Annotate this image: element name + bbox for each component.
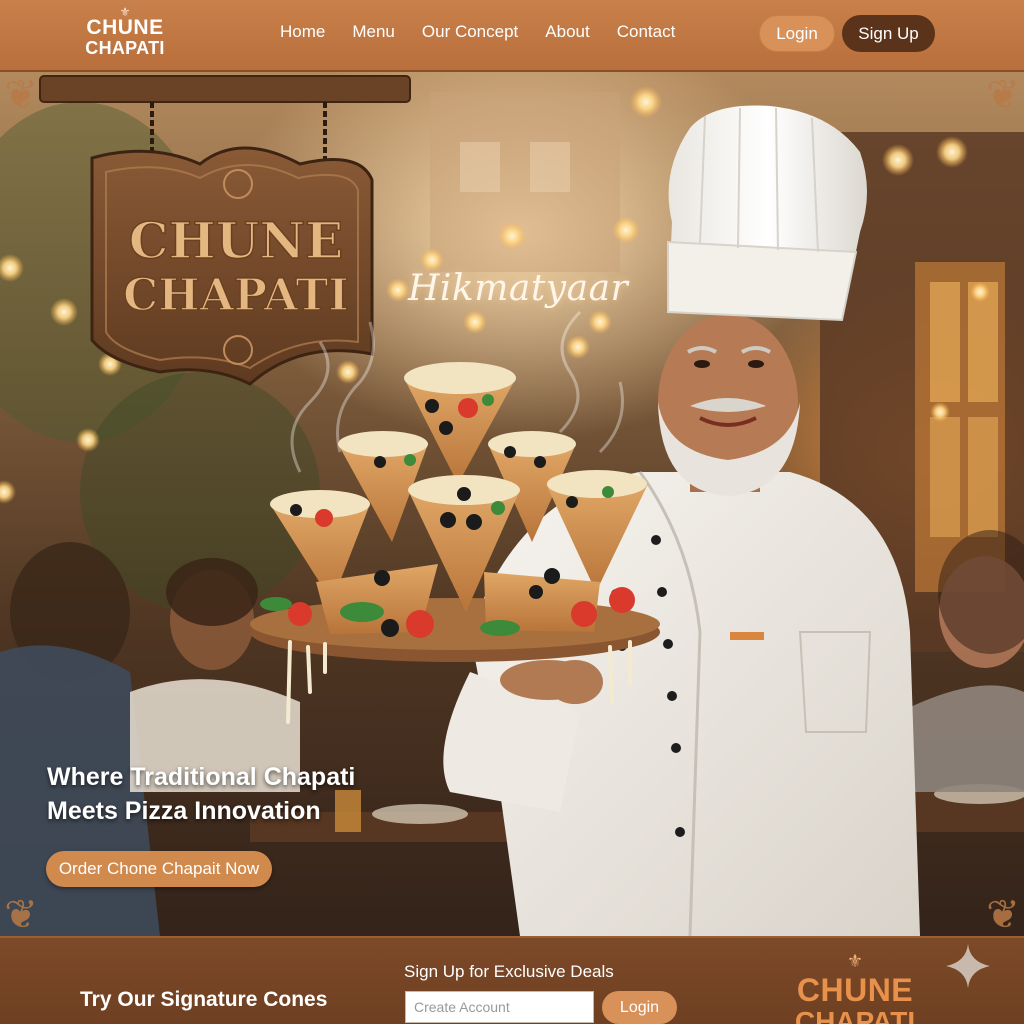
- brand-logo[interactable]: ⚜ CHUNE CHAPATI: [82, 6, 168, 66]
- promo-footer: Try Our Signature Cones Sign Up for Excl…: [0, 936, 1024, 1024]
- nav-contact[interactable]: Contact: [617, 22, 676, 42]
- nav-menu[interactable]: Menu: [352, 22, 395, 42]
- main-nav: Home Menu Our Concept About Contact: [280, 22, 702, 42]
- hero-tagline-line2: Meets Pizza Innovation: [47, 797, 321, 825]
- footer-brand-logo[interactable]: ⚜ CHUNE CHAPATI: [790, 952, 920, 1024]
- footer-logo-line1: CHUNE: [796, 972, 914, 1008]
- sign-line2: CHAPATI: [123, 270, 349, 321]
- brand-name-line1: CHUNE: [86, 16, 164, 39]
- signup-button[interactable]: Sign Up: [842, 15, 935, 52]
- footer-logo-line2: CHAPATI: [794, 1006, 916, 1024]
- sign-line1: CHUNE: [129, 211, 343, 270]
- footer-login-button[interactable]: Login: [602, 991, 677, 1024]
- brand-name-line2: CHAPATI: [85, 38, 165, 58]
- chef-signature-script: Hikmatyaar: [408, 268, 629, 309]
- corner-ornament-icon: ❦: [4, 893, 38, 936]
- fleur-de-lis-icon: ⚜: [119, 5, 131, 19]
- sparkle-icon: [946, 944, 990, 988]
- hero-section: CHUNE CHAPATI ❦ ❦ ❦ ❦ Hikmatyaar Where T…: [0, 72, 1024, 936]
- site-header: ⚜ CHUNE CHAPATI Home Menu Our Concept Ab…: [0, 0, 1024, 72]
- corner-ornament-icon: ❦: [986, 893, 1020, 936]
- order-now-button[interactable]: Order Chone Chapait Now: [46, 851, 272, 887]
- hero-tagline-line1: Where Traditional Chapati: [47, 763, 356, 791]
- corner-ornament-icon: ❦: [986, 73, 1020, 117]
- nav-about[interactable]: About: [545, 22, 589, 42]
- signature-cones-heading: Try Our Signature Cones: [80, 988, 328, 1011]
- deals-heading: Sign Up for Exclusive Deals: [404, 962, 614, 981]
- fleur-de-lis-icon: ⚜: [846, 952, 864, 971]
- login-button[interactable]: Login: [759, 15, 835, 52]
- hero-tagline: Where Traditional Chapati Meets Pizza In…: [47, 760, 427, 828]
- corner-ornament-icon: ❦: [4, 73, 38, 117]
- nav-home[interactable]: Home: [280, 22, 325, 42]
- create-account-input[interactable]: [405, 991, 594, 1023]
- nav-our-concept[interactable]: Our Concept: [422, 22, 518, 42]
